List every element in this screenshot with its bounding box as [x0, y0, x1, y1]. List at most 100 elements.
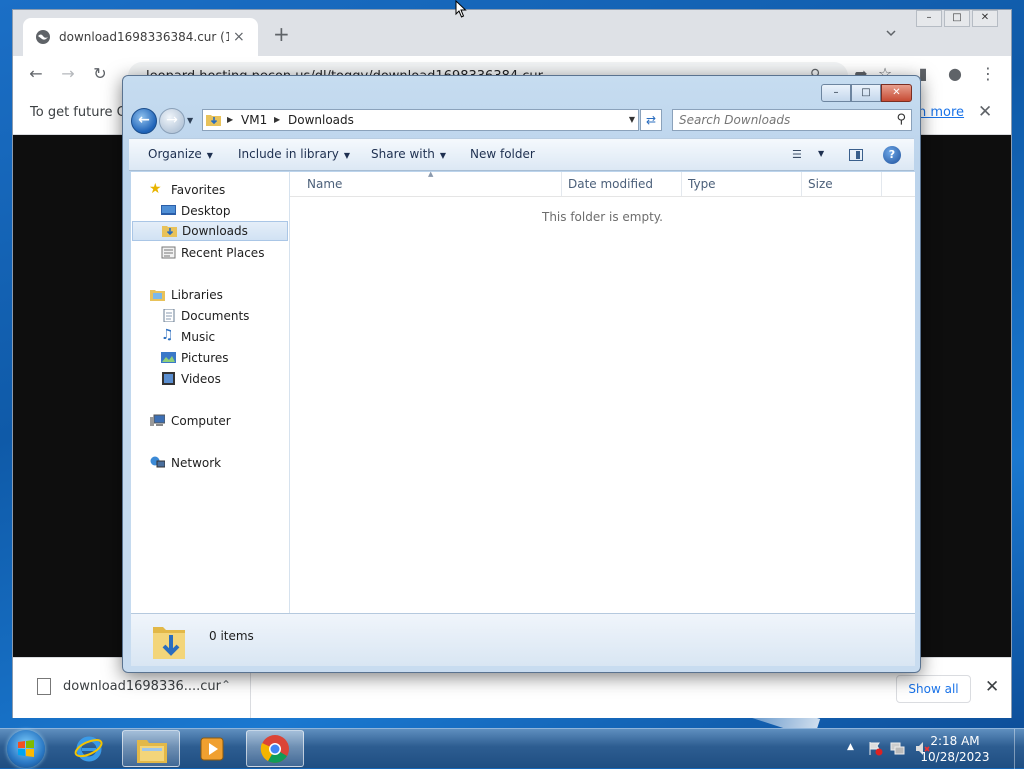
- nav-network[interactable]: Network: [131, 453, 287, 473]
- forward-button[interactable]: →: [159, 108, 185, 134]
- refresh-icon[interactable]: ⇄: [640, 109, 662, 131]
- taskbar-chrome[interactable]: [246, 730, 304, 767]
- windows-logo-icon: [18, 740, 34, 757]
- chevron-up-icon[interactable]: ⌃: [221, 678, 231, 692]
- globe-icon: [36, 30, 50, 44]
- navigation-pane: ★ Favorites Desktop Downloads Recent Pla…: [131, 172, 290, 613]
- explorer-maximize-button[interactable]: □: [851, 84, 881, 102]
- show-all-button[interactable]: Show all: [896, 675, 971, 703]
- forward-arrow-icon[interactable]: →: [58, 64, 78, 84]
- download-item-name: download1698336....cur: [63, 679, 222, 694]
- breadcrumb-vm1[interactable]: VM1: [241, 113, 267, 127]
- internet-explorer-icon: [74, 736, 103, 762]
- profile-avatar-icon[interactable]: ●: [945, 64, 965, 84]
- chrome-tab-active[interactable]: download1698336384.cur (100× ×: [23, 18, 258, 56]
- recent-pages-dropdown-icon[interactable]: ▼: [187, 116, 193, 125]
- nav-videos[interactable]: Videos: [131, 369, 287, 389]
- nav-documents[interactable]: Documents: [131, 306, 287, 326]
- file-list-pane: ▲ Name Date modified Type Size This fold…: [290, 170, 915, 613]
- include-in-library-label: Include in library: [238, 147, 339, 161]
- chrome-minimize-button[interactable]: –: [916, 10, 942, 27]
- tab-search-chevron-icon[interactable]: [886, 28, 896, 38]
- libraries-icon: [150, 290, 165, 301]
- explorer-address-row: ← → ▼ ▶ VM1 ▶ Downloads ▼ ⇄ ⚲: [131, 107, 912, 134]
- infobar-learn-more-link[interactable]: n more: [918, 105, 964, 120]
- star-icon: ★: [149, 181, 162, 197]
- folder-icon: [137, 740, 167, 763]
- views-dropdown-icon[interactable]: ▼: [818, 149, 824, 158]
- column-date-modified[interactable]: Date modified: [568, 177, 653, 191]
- nav-desktop[interactable]: Desktop: [131, 201, 287, 221]
- nav-computer[interactable]: Computer: [131, 411, 287, 431]
- column-name[interactable]: Name: [307, 177, 342, 191]
- explorer-close-button[interactable]: ✕: [881, 84, 912, 102]
- downloads-folder-large-icon: [153, 627, 185, 659]
- back-button[interactable]: ←: [131, 108, 157, 134]
- preview-pane-icon[interactable]: [849, 149, 863, 161]
- show-desktop-button[interactable]: [1014, 729, 1024, 769]
- column-divider[interactable]: [681, 172, 682, 196]
- nav-label: Libraries: [171, 288, 223, 302]
- taskbar-internet-explorer[interactable]: [60, 730, 118, 767]
- column-headers: ▲ Name Date modified Type Size: [290, 170, 915, 197]
- nav-pictures[interactable]: Pictures: [131, 348, 287, 368]
- chevron-down-icon: ▼: [206, 151, 213, 160]
- chrome-icon: [260, 735, 289, 763]
- chrome-close-button[interactable]: ✕: [972, 10, 998, 27]
- new-tab-button[interactable]: +: [273, 24, 290, 44]
- nav-label: Favorites: [171, 183, 226, 197]
- reload-icon[interactable]: ↻: [90, 64, 110, 84]
- nav-libraries[interactable]: Libraries: [131, 285, 287, 305]
- new-folder-button[interactable]: New folder: [470, 147, 535, 161]
- file-icon: [37, 678, 51, 695]
- nav-music[interactable]: ♫ Music: [131, 327, 287, 347]
- videos-icon: [162, 372, 175, 385]
- explorer-address-bar[interactable]: ▶ VM1 ▶ Downloads ▼: [202, 109, 639, 131]
- downloads-folder-icon: [206, 115, 221, 126]
- taskbar-clock[interactable]: 2:18 AM 10/28/2023: [900, 733, 1010, 765]
- search-box[interactable]: ⚲: [672, 109, 912, 131]
- search-input[interactable]: [679, 112, 884, 128]
- column-size[interactable]: Size: [808, 177, 833, 191]
- address-dropdown-icon[interactable]: ▼: [629, 115, 635, 124]
- taskbar-media-player[interactable]: [184, 730, 242, 767]
- breadcrumb-arrow-icon[interactable]: ▶: [274, 115, 280, 124]
- column-type[interactable]: Type: [688, 177, 716, 191]
- mouse-cursor-icon: [455, 0, 467, 18]
- column-divider[interactable]: [881, 172, 882, 196]
- breadcrumb-arrow-icon[interactable]: ▶: [227, 115, 233, 124]
- desktop-icon: [161, 205, 176, 215]
- nav-recent-places[interactable]: Recent Places: [131, 243, 287, 263]
- show-hidden-icons-icon[interactable]: ▲: [847, 742, 854, 752]
- nav-label: Videos: [181, 372, 221, 386]
- music-note-icon: ♫: [161, 327, 174, 343]
- organize-label: Organize: [148, 147, 202, 161]
- chevron-down-icon: ▼: [343, 151, 351, 160]
- sort-ascending-icon: ▲: [428, 170, 434, 178]
- empty-folder-message: This folder is empty.: [542, 210, 663, 224]
- taskbar-windows-explorer[interactable]: [122, 730, 180, 767]
- column-divider[interactable]: [801, 172, 802, 196]
- include-in-library-button[interactable]: Include in library ▼: [238, 147, 350, 161]
- download-shelf-close-icon[interactable]: ✕: [985, 677, 999, 697]
- nav-label: Downloads: [182, 224, 248, 238]
- menu-kebab-icon[interactable]: ⋮: [978, 64, 998, 84]
- share-with-button[interactable]: Share with ▼: [371, 147, 446, 161]
- action-center-flag-icon[interactable]: [868, 741, 883, 756]
- tab-close-icon[interactable]: ×: [233, 29, 245, 45]
- help-icon[interactable]: ?: [883, 146, 901, 164]
- pictures-icon: [161, 352, 176, 363]
- chrome-restore-button[interactable]: □: [944, 10, 970, 27]
- column-divider[interactable]: [561, 172, 562, 196]
- chevron-down-icon: ▼: [439, 151, 447, 160]
- organize-button[interactable]: Organize ▼: [148, 147, 213, 161]
- change-view-icon[interactable]: ☰: [792, 148, 802, 161]
- explorer-minimize-button[interactable]: –: [821, 84, 851, 102]
- start-button[interactable]: [7, 730, 45, 768]
- back-arrow-icon[interactable]: ←: [26, 64, 46, 84]
- breadcrumb-downloads[interactable]: Downloads: [288, 113, 354, 127]
- infobar-close-icon[interactable]: ✕: [978, 102, 992, 122]
- nav-favorites[interactable]: ★ Favorites: [131, 180, 287, 200]
- nav-label: Documents: [181, 309, 250, 323]
- nav-downloads[interactable]: Downloads: [132, 221, 288, 241]
